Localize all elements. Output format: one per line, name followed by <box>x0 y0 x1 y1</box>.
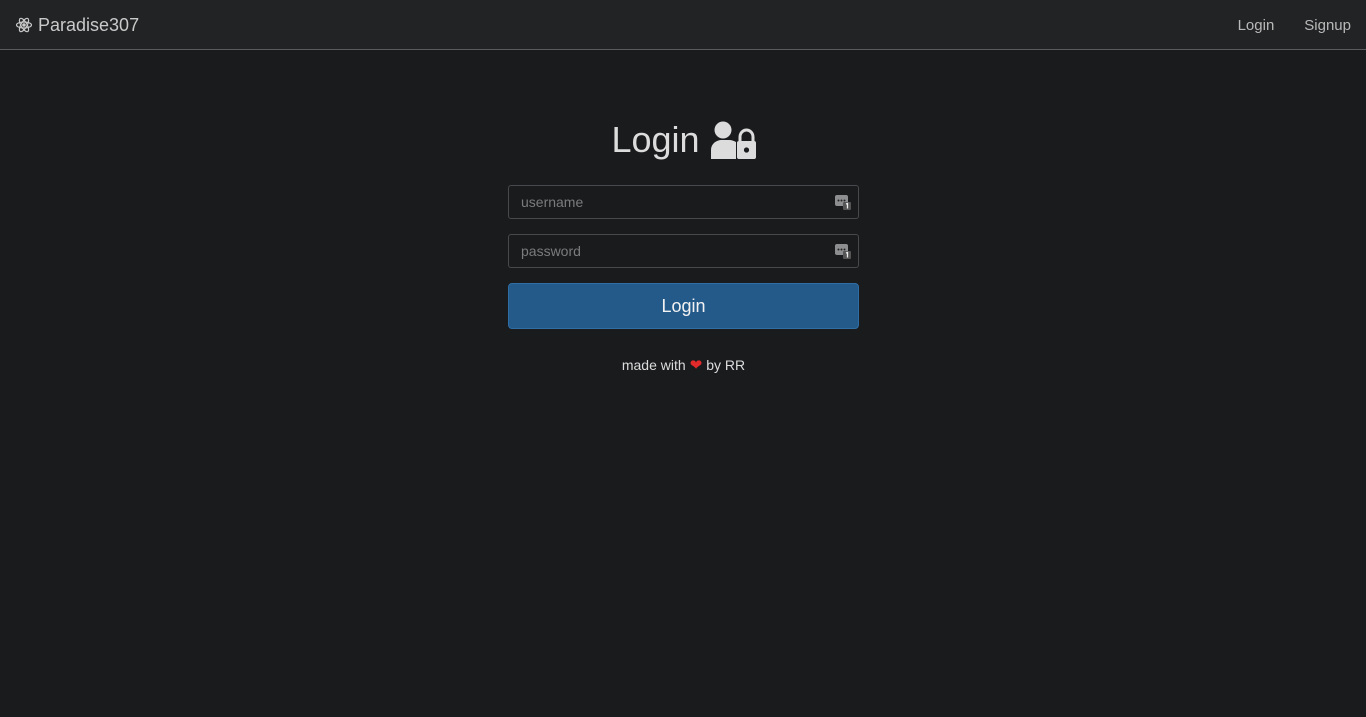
top-navbar: Paradise307 Login Signup <box>0 0 1366 50</box>
login-form: Login Login m <box>508 110 859 374</box>
brand-label: Paradise307 <box>38 14 140 35</box>
nav-signup-link[interactable]: Signup <box>1304 17 1351 34</box>
footer-prefix: made with <box>621 357 686 373</box>
page-title-text: Login <box>611 119 700 160</box>
username-field-wrap <box>508 185 859 219</box>
footer-suffix: by RR <box>706 357 746 373</box>
password-manager-icon[interactable] <box>835 194 851 210</box>
atom-icon <box>15 17 33 33</box>
nav-login-link[interactable]: Login <box>1238 17 1275 34</box>
heart-icon: ❤ <box>689 357 703 374</box>
login-submit-button[interactable]: Login <box>508 283 859 329</box>
brand-link[interactable]: Paradise307 <box>15 0 139 50</box>
password-manager-icon[interactable] <box>835 243 851 259</box>
footer-credit: made with ❤ by RR <box>508 356 859 374</box>
page-title: Login <box>508 110 859 170</box>
password-field-wrap <box>508 234 859 268</box>
password-input[interactable] <box>508 234 859 268</box>
user-lock-icon <box>710 121 756 159</box>
nav-links: Login Signup <box>1208 0 1351 50</box>
username-input[interactable] <box>508 185 859 219</box>
